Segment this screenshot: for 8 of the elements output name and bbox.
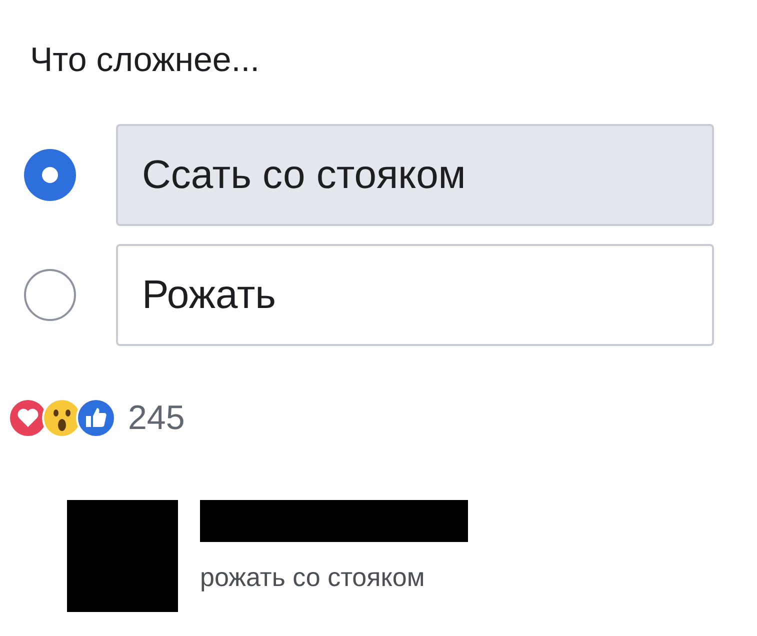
radio-button[interactable] [22,147,78,203]
poll-option[interactable]: Ссать со стояком [116,124,714,226]
poll-option[interactable]: Рожать [116,244,714,346]
comment-text: рожать со стояком [200,562,426,593]
like-icon [76,398,116,438]
radio-button[interactable] [22,267,78,323]
poll-question: Что сложнее... [30,40,261,80]
reaction-count[interactable]: 245 [128,398,185,438]
